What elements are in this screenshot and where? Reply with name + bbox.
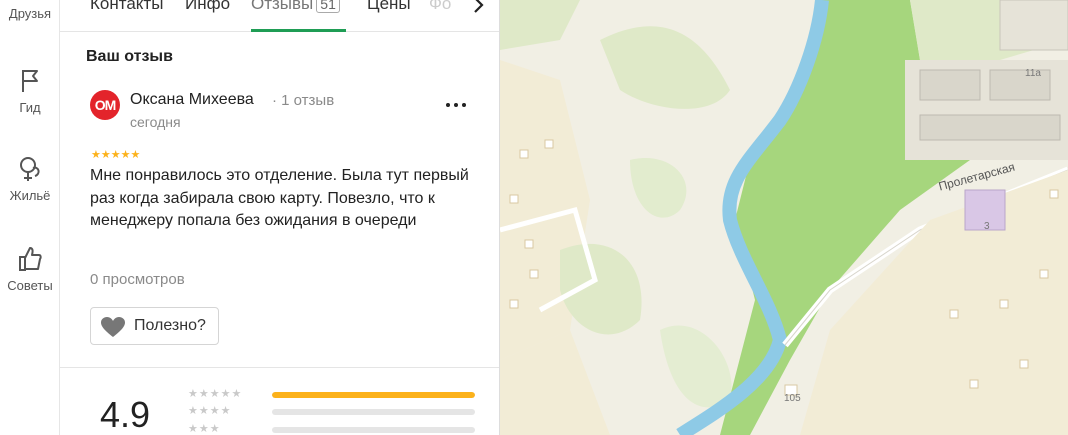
- author-name[interactable]: Оксана Михеева: [130, 91, 254, 109]
- flag-icon: [22, 70, 38, 92]
- tab-photos[interactable]: Фо: [429, 0, 451, 14]
- tab-info[interactable]: Инфо: [185, 0, 230, 14]
- more-options-icon[interactable]: [443, 97, 469, 113]
- rail-item-label: Гид: [19, 100, 41, 115]
- rail-item-label: Жильё: [9, 188, 51, 203]
- review-stars: ★★★★★: [91, 149, 141, 161]
- rating-row-stars: ★★★★★: [188, 388, 243, 400]
- house-number: 11а: [1025, 68, 1041, 79]
- thumbs-up-icon: [19, 247, 42, 271]
- tab-prices[interactable]: Цены: [367, 0, 411, 14]
- left-rail: Друзья Гид Жильё Советы: [0, 0, 60, 435]
- tab-reviews[interactable]: Отзывы 51: [251, 0, 340, 14]
- reviews-count-badge: 51: [316, 0, 340, 13]
- map-view[interactable]: Пролетарская 11а 3 105: [500, 0, 1068, 435]
- housing-icon: [20, 157, 40, 181]
- rating-bar-track: [272, 427, 475, 433]
- rating-value: 4.9: [100, 394, 151, 435]
- review-text: Мне понравилось это отделение. Была тут …: [90, 167, 469, 229]
- tab-contacts[interactable]: Контакты: [90, 0, 163, 14]
- rating-bar-track: [272, 409, 475, 415]
- avatar[interactable]: ОМ: [90, 90, 120, 120]
- map-canvas: [500, 0, 1068, 435]
- rail-item-friends[interactable]: Друзья: [0, 0, 60, 21]
- useful-button-label: Полезно?: [134, 317, 206, 334]
- views-count: 0 просмотров: [90, 271, 185, 288]
- chevron-right-icon[interactable]: [467, 0, 489, 22]
- divider: [60, 367, 499, 368]
- house-number: 3: [984, 221, 990, 232]
- useful-button[interactable]: Полезно?: [90, 307, 219, 345]
- rating-row-stars: ★★★: [188, 423, 221, 435]
- rail-item-label: Советы: [7, 278, 53, 293]
- rating-row-3: ★★★: [188, 423, 488, 435]
- rail-item-label: Друзья: [8, 6, 52, 21]
- rail-item-housing[interactable]: Жильё: [0, 154, 60, 203]
- review-date: сегодня: [130, 114, 181, 130]
- section-title: Ваш отзыв: [86, 48, 173, 65]
- rating-bar-track: [272, 392, 475, 398]
- rating-row-stars: ★★★★: [188, 405, 232, 417]
- house-number: 105: [784, 393, 801, 404]
- author-review-count: · 1 отзыв: [272, 92, 335, 109]
- tab-reviews-label: Отзывы: [251, 0, 314, 13]
- rail-item-guide[interactable]: Гид: [0, 66, 60, 115]
- tabs-bar: Контакты Инфо Отзывы 51 Цены Фо: [60, 0, 499, 32]
- rating-bar-fill: [272, 392, 475, 398]
- rating-row-5: ★★★★★: [188, 388, 488, 403]
- rail-item-tips[interactable]: Советы: [0, 244, 60, 293]
- rating-row-4: ★★★★: [188, 405, 488, 420]
- active-tab-indicator: [251, 29, 346, 32]
- organization-panel: Контакты Инфо Отзывы 51 Цены Фо Ваш отзыв…: [60, 0, 500, 435]
- heart-icon: [101, 317, 125, 337]
